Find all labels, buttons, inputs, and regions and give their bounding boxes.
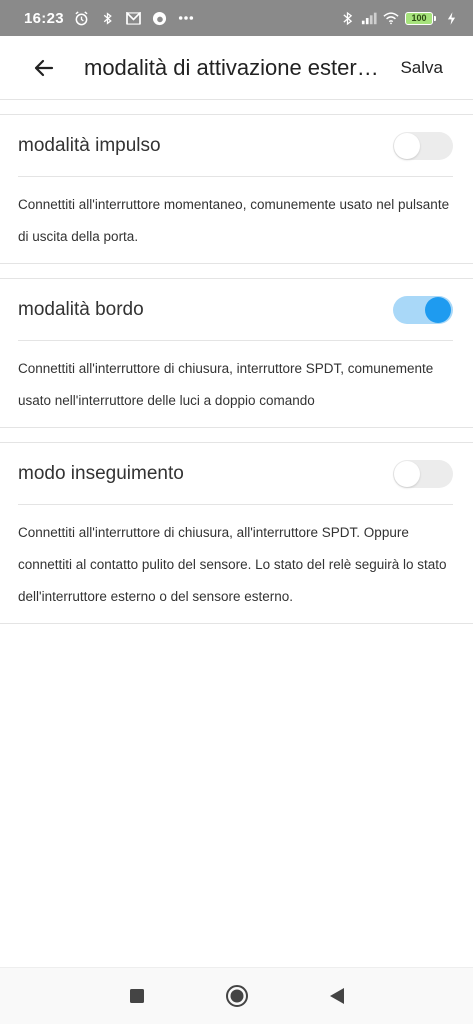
- follow-mode-description: Connettiti all'interruttore di chiusura,…: [18, 525, 447, 604]
- edge-mode-row[interactable]: modalità bordo: [18, 279, 453, 341]
- save-button[interactable]: Salva: [400, 58, 443, 78]
- impulse-mode-row[interactable]: modalità impulso: [18, 115, 453, 177]
- back-button[interactable]: [18, 42, 70, 94]
- alarm-icon: [74, 10, 90, 26]
- bluetooth-icon: [339, 10, 355, 26]
- mode-list: modalità impulso Connettiti all'interrut…: [0, 100, 473, 624]
- recents-square-icon: [129, 989, 144, 1003]
- follow-mode-row[interactable]: modo inseguimento: [18, 443, 453, 505]
- status-time: 16:23: [24, 9, 64, 27]
- wifi-icon: [383, 10, 399, 26]
- follow-mode-label: modo inseguimento: [18, 462, 184, 484]
- edge-mode-toggle[interactable]: [393, 295, 453, 324]
- back-nav-button[interactable]: [322, 981, 352, 1011]
- impulse-mode-toggle[interactable]: [393, 131, 453, 160]
- battery-icon: 100: [405, 11, 436, 25]
- section-follow-mode: modo inseguimento Connettiti all'interru…: [0, 442, 473, 624]
- back-triangle-icon: [329, 988, 344, 1004]
- signal-icon: [361, 10, 377, 26]
- vodafone-icon: [152, 10, 168, 26]
- status-bar: 16:23 100: [0, 0, 473, 36]
- edge-mode-description: Connettiti all'interruttore di chiusura,…: [18, 361, 434, 408]
- edge-mode-label: modalità bordo: [18, 298, 144, 320]
- bluetooth-app-icon: [100, 10, 116, 26]
- section-impulse-mode: modalità impulso Connettiti all'interrut…: [0, 114, 473, 264]
- toggle-knob: [394, 132, 420, 159]
- arrow-left-icon: [34, 59, 54, 76]
- recents-button[interactable]: [122, 981, 152, 1011]
- app-bar: modalità di attivazione esterna Salva: [0, 36, 473, 100]
- more-dots-icon: [178, 10, 194, 26]
- toggle-knob: [394, 460, 420, 487]
- follow-mode-toggle[interactable]: [393, 459, 453, 488]
- m-app-icon: [126, 10, 142, 26]
- section-edge-mode: modalità bordo Connettiti all'interrutto…: [0, 278, 473, 428]
- home-circle-icon: [225, 985, 248, 1007]
- page-title: modalità di attivazione esterna: [84, 54, 380, 80]
- navigation-bar: [0, 967, 473, 1024]
- toggle-knob: [425, 296, 451, 323]
- charging-icon: [443, 10, 459, 26]
- home-button[interactable]: [222, 981, 252, 1011]
- impulse-mode-description: Connettiti all'interruttore momentaneo, …: [18, 197, 450, 244]
- impulse-mode-label: modalità impulso: [18, 134, 161, 156]
